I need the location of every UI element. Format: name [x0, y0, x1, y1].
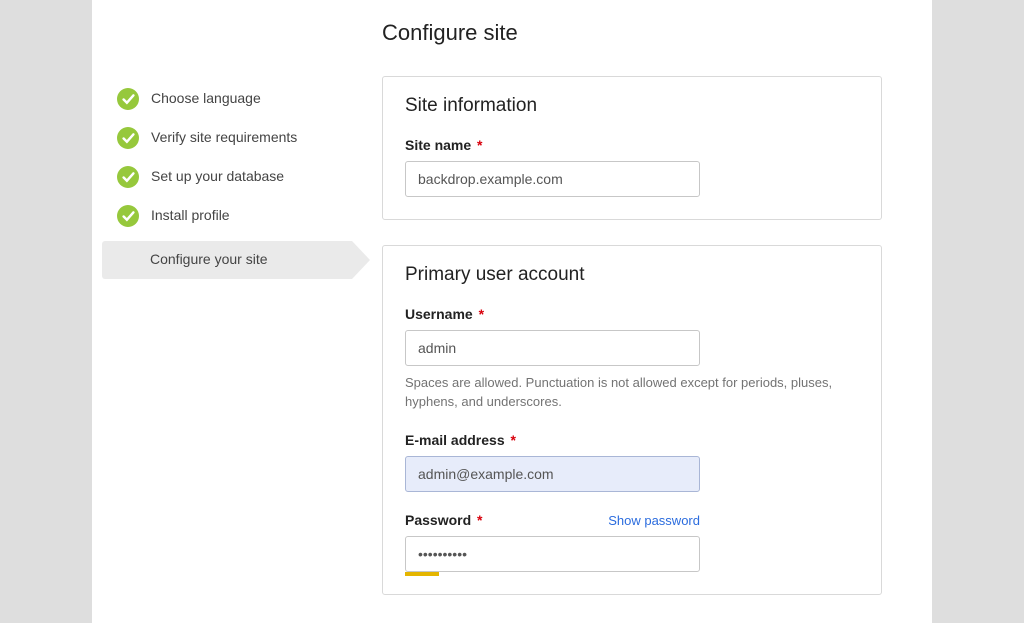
required-marker: *	[511, 432, 516, 448]
site-name-input[interactable]	[405, 161, 700, 197]
username-row: Username * Spaces are allowed. Punctuati…	[405, 306, 859, 412]
page-title: Configure site	[382, 20, 882, 46]
panel-legend: Primary user account	[405, 264, 859, 286]
site-name-row: Site name *	[405, 137, 859, 197]
primary-user-account-panel: Primary user account Username * Spaces a…	[382, 245, 882, 595]
install-progress-sidebar: Choose language Verify site requirements…	[92, 20, 352, 623]
step-label: Configure your site	[150, 250, 268, 270]
password-input[interactable]	[405, 536, 700, 572]
password-input-wrap	[405, 536, 700, 572]
page-container: Choose language Verify site requirements…	[92, 0, 932, 623]
step-list: Choose language Verify site requirements…	[102, 80, 352, 279]
email-label: E-mail address *	[405, 432, 516, 448]
step-label: Install profile	[151, 206, 230, 226]
step-choose-language: Choose language	[102, 80, 352, 119]
checkmark-icon	[117, 205, 139, 227]
password-strength-bar	[405, 572, 439, 576]
username-label: Username *	[405, 306, 484, 322]
email-input[interactable]	[405, 456, 700, 492]
checkmark-icon	[117, 127, 139, 149]
step-label: Choose language	[151, 89, 261, 109]
email-row: E-mail address *	[405, 432, 859, 492]
label-text: E-mail address	[405, 432, 505, 448]
step-install-profile: Install profile	[102, 197, 352, 236]
label-text: Site name	[405, 137, 471, 153]
password-row: Password * Show password	[405, 512, 859, 572]
step-configure-site: Configure your site	[102, 241, 352, 279]
checkmark-icon	[117, 166, 139, 188]
label-text: Password	[405, 512, 471, 528]
step-setup-database: Set up your database	[102, 158, 352, 197]
password-label: Password *	[405, 512, 482, 528]
required-marker: *	[477, 137, 482, 153]
checkmark-icon	[117, 88, 139, 110]
required-marker: *	[477, 512, 482, 528]
main-content: Configure site Site information Site nam…	[352, 20, 932, 623]
label-text: Username	[405, 306, 473, 322]
step-label: Verify site requirements	[151, 128, 297, 148]
username-description: Spaces are allowed. Punctuation is not a…	[405, 374, 835, 412]
site-information-panel: Site information Site name *	[382, 76, 882, 220]
step-verify-requirements: Verify site requirements	[102, 119, 352, 158]
show-password-link[interactable]: Show password	[608, 513, 700, 528]
step-label: Set up your database	[151, 167, 284, 187]
panel-legend: Site information	[405, 95, 859, 117]
username-input[interactable]	[405, 330, 700, 366]
required-marker: *	[479, 306, 484, 322]
site-name-label: Site name *	[405, 137, 482, 153]
